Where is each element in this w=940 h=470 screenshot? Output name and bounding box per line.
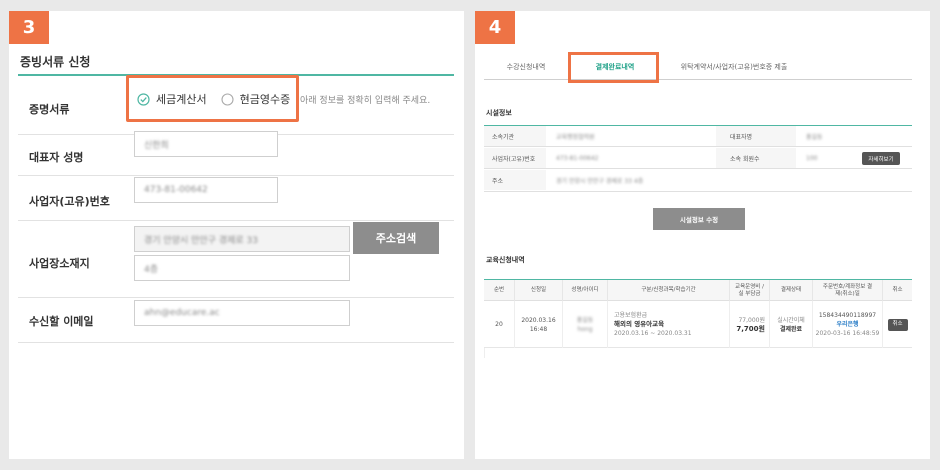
row-no: 20 bbox=[484, 301, 515, 348]
facility-row-biz: 사업자(고유)번호 473-81-00642 소속 회원수 100 자세히보기 bbox=[484, 148, 912, 169]
row-time: 16:48 bbox=[529, 325, 548, 333]
rep-name-value: 신한희 bbox=[144, 140, 169, 151]
step4-badge: 4 bbox=[475, 11, 515, 44]
row-name: 홍길동 bbox=[576, 316, 594, 324]
row-method: 실시간이체 bbox=[777, 316, 805, 324]
cancel-button[interactable]: 취소 bbox=[887, 318, 908, 331]
biz-no-value: 473-81-00642 bbox=[144, 185, 208, 195]
header-status: 결제상태 bbox=[770, 280, 813, 301]
members-value: 100 bbox=[806, 154, 818, 162]
table-continuation bbox=[484, 348, 912, 358]
org-label: 소속기관 bbox=[484, 126, 546, 146]
row-category: 고용보험환급 bbox=[614, 312, 648, 319]
rep-name-label: 대표자 성명 bbox=[29, 151, 84, 164]
row-period: 2020.03.16 ~ 2020.03.31 bbox=[614, 330, 692, 337]
org-value: 교육행정협력원 bbox=[556, 133, 595, 141]
highlight-box bbox=[126, 75, 299, 122]
step3-badge: 3 bbox=[9, 11, 49, 44]
tab-bar: 수강신청내역 결제완료내역 위탁계약서/사업자(고유)번호증 제출 bbox=[484, 53, 912, 80]
facility-edit-button[interactable]: 시설정보 수정 bbox=[653, 208, 745, 230]
table-row: 20 2020.03.16 16:48 홍길동 hong 고용보험환급 해외의 … bbox=[484, 301, 912, 348]
row-date-cell: 2020.03.16 16:48 bbox=[515, 301, 563, 348]
doc-type-label: 증명서류 bbox=[29, 103, 70, 116]
row-id: hong bbox=[577, 325, 593, 333]
email-value: ahn@educare.ac bbox=[144, 308, 220, 318]
tab-highlight-box bbox=[568, 52, 659, 83]
row-fee: 77,000원 bbox=[738, 316, 765, 324]
row-course: 해외의 영유아교육 bbox=[614, 320, 665, 328]
step3-panel: 3 증빙서류 신청 증명서류 세금계산서 현금영수증 아래 정보를 정확히 입력… bbox=[9, 11, 464, 459]
facility-row-org: 소속기관 교육행정협력원 대표자명 홍길동 bbox=[484, 126, 912, 147]
row-bank[interactable]: 우리은행 bbox=[836, 320, 858, 329]
addr-value: 경기 안양시 만안구 경제로 33 4층 bbox=[556, 177, 644, 185]
row-pay-time: 2020-03-16 16:48:59 bbox=[815, 330, 880, 337]
address-search-button[interactable]: 주소검색 bbox=[353, 222, 439, 254]
row-name-cell: 홍길동 hong bbox=[563, 301, 608, 348]
facility-row-addr: 주소 경기 안양시 만안구 경제로 33 4층 bbox=[484, 170, 912, 192]
tab-course-applications[interactable]: 수강신청내역 bbox=[484, 53, 568, 80]
header-order: 주문번호/계좌정보 결제(취소)일 bbox=[813, 280, 883, 301]
header-fee: 교육운영비 / 실 부담금 bbox=[730, 280, 770, 301]
biz-value: 473-81-00642 bbox=[556, 154, 599, 162]
education-section-title: 교육신청내역 bbox=[486, 256, 525, 264]
address-input[interactable]: 경기 안양시 만안구 경제로 33 bbox=[134, 226, 350, 252]
input-hint: 아래 정보를 정확히 입력해 주세요. bbox=[300, 96, 431, 106]
rep-name-input[interactable]: 신한희 bbox=[134, 131, 278, 157]
education-table-header: 순번 신청일 성명/아이디 구분/신청과목/학습기간 교육운영비 / 실 부담금… bbox=[484, 279, 912, 301]
row-order-cell: 1584344901189​97 우리은행 2020-03-16 16:48:5… bbox=[813, 301, 883, 348]
row-order-no: 1584344901189​97 bbox=[818, 312, 877, 319]
row-cancel-cell: 취소 bbox=[883, 301, 912, 348]
address-label: 사업장소재지 bbox=[29, 257, 90, 270]
header-name: 성명/아이디 bbox=[563, 280, 608, 301]
biz-no-label: 사업자(고유)번호 bbox=[29, 195, 110, 208]
rep-value: 홍길동 bbox=[806, 133, 823, 141]
row-paid: 7,700원 bbox=[736, 324, 765, 333]
row-date: 2020.03.16 bbox=[521, 316, 556, 324]
email-input[interactable]: ahn@educare.ac bbox=[134, 300, 350, 326]
addr-label: 주소 bbox=[484, 170, 546, 190]
address-detail-input[interactable]: 4층 bbox=[134, 255, 350, 281]
tab-contract-submit[interactable]: 위탁계약서/사업자(고유)번호증 제출 bbox=[664, 53, 804, 80]
detail-button[interactable]: 자세히보기 bbox=[862, 152, 900, 165]
page-title: 증빙서류 신청 bbox=[20, 55, 91, 69]
facility-section-title: 시설정보 bbox=[486, 109, 512, 117]
biz-label: 사업자(고유)번호 bbox=[484, 148, 546, 168]
address-detail-value: 4층 bbox=[144, 264, 159, 275]
row-status: 결제완료 bbox=[779, 325, 803, 333]
header-date: 신청일 bbox=[515, 280, 563, 301]
row-fee-cell: 77,000원 7,700원 bbox=[730, 301, 770, 348]
address-value: 경기 안양시 만안구 경제로 33 bbox=[144, 235, 258, 246]
header-no: 순번 bbox=[484, 280, 515, 301]
email-label: 수신할 이메일 bbox=[29, 315, 94, 328]
biz-no-input[interactable]: 473-81-00642 bbox=[134, 177, 278, 203]
rep-label: 대표자명 bbox=[716, 126, 796, 146]
header-cancel: 취소 bbox=[892, 287, 903, 293]
header-course: 구분/신청과목/학습기간 bbox=[608, 280, 730, 301]
row-course-cell: 고용보험환급 해외의 영유아교육 2020.03.16 ~ 2020.03.31 bbox=[608, 301, 730, 348]
step4-panel: 4 수강신청내역 결제완료내역 위탁계약서/사업자(고유)번호증 제출 시설정보… bbox=[475, 11, 930, 459]
row-status-cell: 실시간이체 결제완료 bbox=[770, 301, 813, 348]
members-label: 소속 회원수 bbox=[716, 148, 796, 168]
